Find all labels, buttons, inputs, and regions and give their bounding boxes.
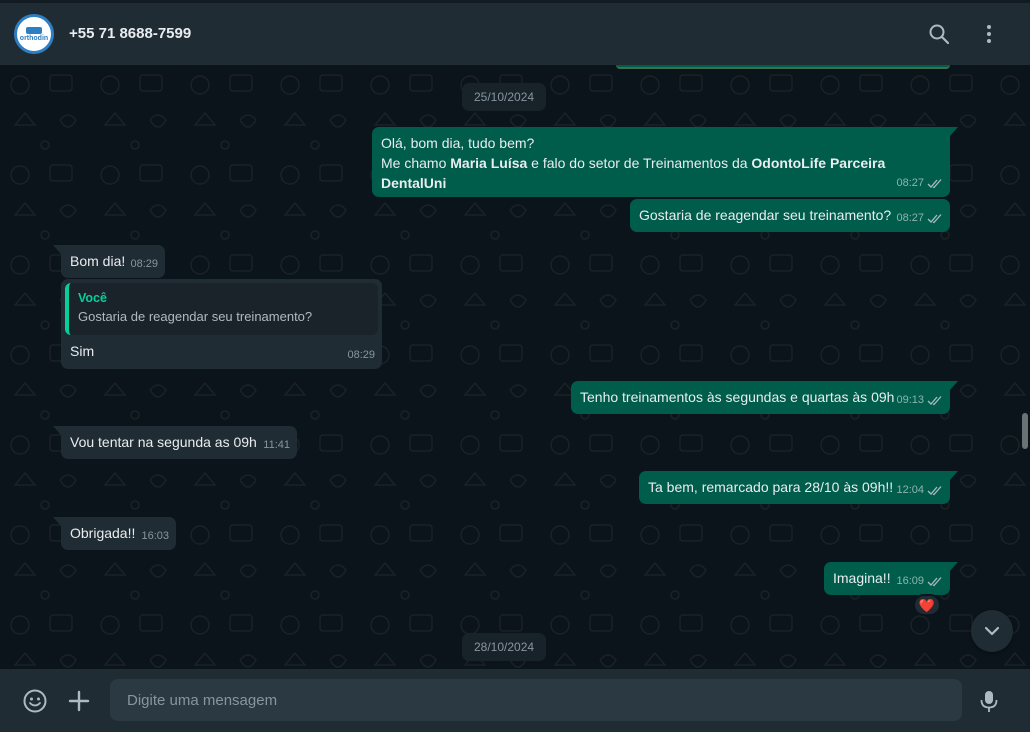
incoming-message[interactable]: Vou tentar na segunda as 09h 11:41	[53, 426, 297, 459]
scrollbar-thumb[interactable]	[1022, 413, 1028, 449]
message-text: Tenho treinamentos às segundas e quartas…	[580, 389, 895, 405]
outgoing-message[interactable]: Gostaria de reagendar seu treinamento? 0…	[630, 199, 950, 232]
message-time: 08:29	[347, 349, 375, 361]
date-separator: 28/10/2024	[462, 633, 547, 661]
message-meta: 16:09	[896, 571, 943, 591]
contact-name[interactable]: +55 71 8688-7599	[69, 25, 191, 42]
incoming-message[interactable]: Obrigada!! 16:03	[53, 517, 176, 550]
message-text: Me chamo Maria Luísa e falo do setor de …	[381, 155, 886, 191]
double-check-icon	[927, 485, 942, 495]
whatsapp-chat-window: orthodin +55 71 8688-7599 25/10/2024 Olá…	[0, 0, 1030, 732]
incoming-reply-message[interactable]: Você Gostaria de reagendar seu treinamen…	[61, 279, 382, 369]
outgoing-message[interactable]: Tenho treinamentos às segundas e quartas…	[571, 381, 958, 414]
message-meta: 08:29	[130, 254, 158, 274]
quote-author: Você	[78, 291, 107, 305]
message-text: Ta bem, remarcado para 28/10 às 09h!!	[648, 479, 894, 495]
message-list[interactable]: 25/10/2024 Olá, bom dia, tudo bem? Me ch…	[0, 65, 1030, 669]
chat-header: orthodin +55 71 8688-7599	[0, 0, 1030, 65]
message-time: 08:27	[896, 212, 924, 224]
avatar-logo-text: orthodin	[19, 34, 49, 42]
microphone-icon[interactable]	[976, 688, 1002, 714]
compose-bar	[0, 669, 1030, 732]
scroll-to-bottom-button[interactable]	[971, 610, 1013, 652]
message-input[interactable]	[110, 679, 962, 721]
message-time: 08:27	[896, 177, 924, 189]
message-time: 09:13	[896, 394, 924, 406]
message-time: 08:29	[130, 258, 158, 270]
message-time: 11:41	[263, 439, 290, 451]
heart-icon: ❤️	[918, 597, 936, 613]
message-text: Sim	[70, 343, 95, 359]
message-text: Bom dia!	[70, 253, 126, 269]
kebab-menu-icon[interactable]	[977, 22, 1001, 46]
date-separator: 25/10/2024	[462, 83, 547, 111]
previous-message-edge	[616, 65, 950, 69]
quote-text: Gostaria de reagendar seu treinamento?	[78, 309, 313, 324]
tooth-logo-icon	[25, 26, 42, 34]
heart-reaction[interactable]: ❤️	[913, 594, 941, 616]
avatar-logo: orthodin	[19, 26, 49, 42]
message-meta: 16:03	[141, 526, 169, 546]
message-text-line: Olá, bom dia, tudo bem?	[381, 135, 535, 151]
emoji-icon[interactable]	[22, 688, 48, 714]
message-time: 16:03	[141, 530, 169, 542]
message-meta: 11:41	[263, 435, 290, 455]
double-check-icon	[927, 395, 942, 405]
outgoing-message[interactable]: Ta bem, remarcado para 28/10 às 09h!! 12…	[639, 471, 958, 504]
message-meta: 09:13	[896, 390, 943, 410]
message-meta: 08:29	[347, 345, 375, 365]
message-time: 12:04	[896, 484, 924, 496]
message-text: Vou tentar na segunda as 09h	[70, 434, 257, 450]
chevron-down-icon	[984, 626, 1000, 636]
message-meta: 08:27	[896, 173, 943, 193]
message-text: Obrigada!!	[70, 525, 136, 541]
message-time: 16:09	[896, 575, 924, 587]
search-icon[interactable]	[927, 22, 951, 46]
avatar[interactable]: orthodin	[14, 14, 54, 54]
incoming-message[interactable]: Bom dia! 08:29	[53, 245, 165, 278]
outgoing-message[interactable]: Olá, bom dia, tudo bem? Me chamo Maria L…	[372, 127, 958, 197]
message-text: Gostaria de reagendar seu treinamento?	[639, 207, 892, 223]
quoted-message[interactable]: Você Gostaria de reagendar seu treinamen…	[65, 283, 378, 335]
double-check-icon	[927, 178, 942, 188]
message-meta: 12:04	[896, 480, 943, 500]
message-meta: 08:27	[896, 208, 943, 228]
message-text: Imagina!!	[833, 570, 891, 586]
plus-icon[interactable]	[66, 688, 92, 714]
double-check-icon	[927, 576, 942, 586]
double-check-icon	[927, 213, 942, 223]
outgoing-message[interactable]: Imagina!! 16:09	[824, 562, 958, 595]
